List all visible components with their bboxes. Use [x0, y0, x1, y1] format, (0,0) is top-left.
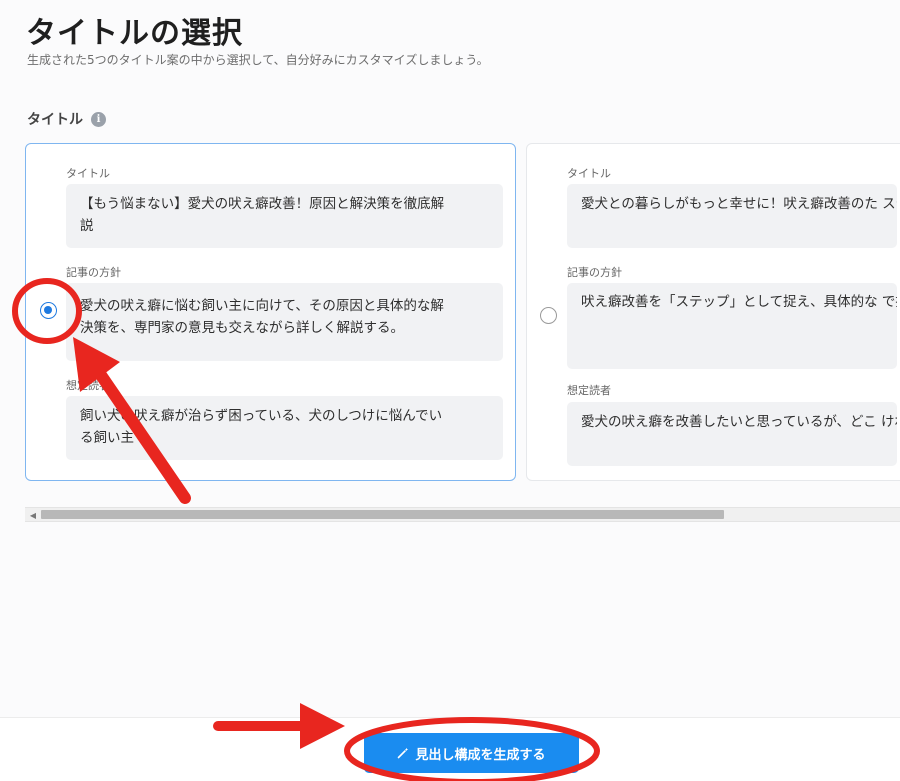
reader-label: 想定読者	[66, 379, 110, 392]
horizontal-scrollbar[interactable]: ◀	[25, 507, 900, 522]
generate-outline-button[interactable]: 見出し構成を生成する	[364, 733, 579, 773]
page-subtitle: 生成された5つのタイトル案の中から選択して、自分好みにカスタマイズしましょう。	[27, 53, 489, 67]
section-label-text: タイトル	[27, 112, 83, 128]
policy-label: 記事の方針	[66, 266, 121, 279]
title-value: 愛犬との暮らしがもっと幸せに！吠え癖改善のた ステップ	[567, 184, 897, 248]
scroll-left-arrow-icon[interactable]: ◀	[27, 509, 39, 521]
info-icon[interactable]: i	[91, 111, 106, 127]
title-option-radio[interactable]	[540, 307, 557, 324]
title-label: タイトル	[66, 167, 110, 180]
scroll-thumb[interactable]	[41, 510, 724, 519]
title-option-card[interactable]: タイトル 愛犬との暮らしがもっと幸せに！吠え癖改善のた ステップ 記事の方針 吠…	[526, 143, 900, 481]
title-option-radio[interactable]	[40, 302, 57, 319]
title-label: タイトル	[567, 167, 611, 180]
reader-label: 想定読者	[567, 384, 611, 397]
reader-value: 愛犬の吠え癖を改善したいと思っているが、どこ ければいいか分からない、具体的な方…	[567, 402, 897, 466]
page-title: タイトルの選択	[26, 16, 243, 51]
magic-wand-icon	[398, 747, 409, 759]
generate-outline-button-label: 見出し構成を生成する	[415, 747, 546, 763]
section-label: タイトル i	[27, 109, 106, 129]
title-options-carousel: タイトル 【もう悩まない】愛犬の吠え癖改善！原因と解決策を徹底解 説 記事の方針…	[25, 143, 900, 488]
policy-label: 記事の方針	[567, 266, 622, 279]
title-value: 【もう悩まない】愛犬の吠え癖改善！原因と解決策を徹底解 説	[66, 184, 503, 248]
reader-value: 飼い犬の吠え癖が治らず困っている、犬のしつけに悩んでい る飼い主	[66, 396, 503, 460]
policy-value: 吠え癖改善を「ステップ」として捉え、具体的な で提示することで、飼い主が無理なく…	[567, 283, 897, 369]
policy-value: 愛犬の吠え癖に悩む飼い主に向けて、その原因と具体的な解 決策を、専門家の意見も交…	[66, 283, 503, 361]
title-option-card[interactable]: タイトル 【もう悩まない】愛犬の吠え癖改善！原因と解決策を徹底解 説 記事の方針…	[25, 143, 516, 481]
